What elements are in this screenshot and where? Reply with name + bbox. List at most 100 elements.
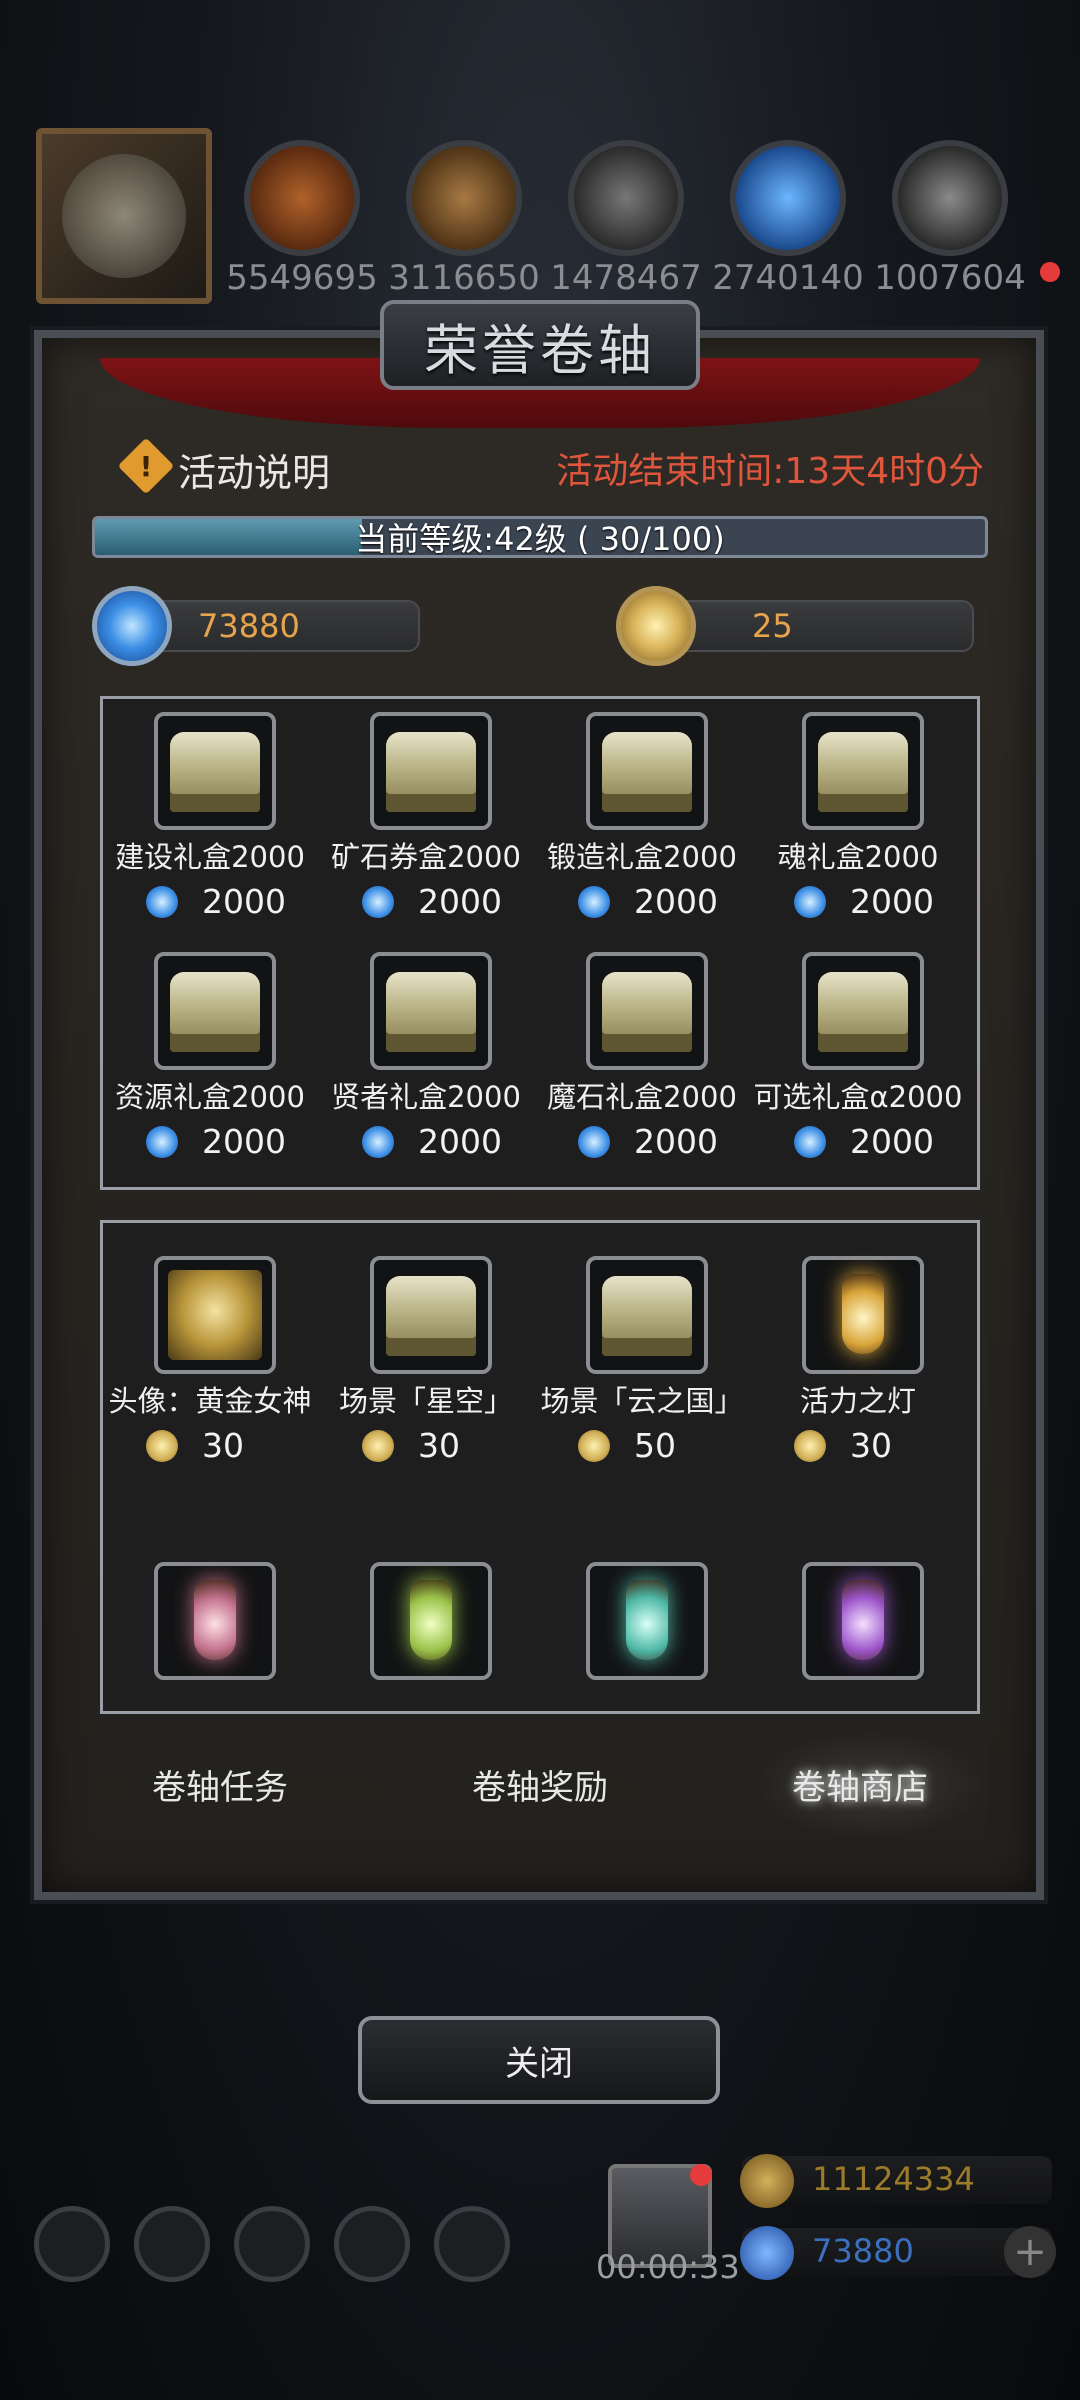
coin-icon [578, 1430, 610, 1462]
purple-lantern-icon [802, 1562, 924, 1680]
lantern-icon [802, 1256, 924, 1374]
price-value: 2000 [202, 1122, 286, 1161]
price-value: 2000 [202, 882, 286, 921]
item-price: 2000 [770, 1122, 960, 1164]
item-price: 30 [338, 1426, 528, 1468]
chest-icon [154, 952, 276, 1070]
shield-icon[interactable] [434, 2206, 510, 2282]
item-price: 50 [554, 1426, 744, 1468]
crystal-icon[interactable] [730, 140, 846, 256]
gift-notification-dot [690, 2164, 712, 2186]
item-name: 锻造礼盒2000 [547, 840, 737, 874]
price-value: 30 [418, 1426, 460, 1465]
shop-item[interactable]: 魂礼盒2000 2000 [750, 712, 966, 932]
item-name: 贤者礼盒2000 [331, 1080, 521, 1114]
coin-icon [794, 1430, 826, 1462]
item-name: 矿石券盒2000 [331, 840, 521, 874]
notification-dot [1040, 262, 1060, 282]
plus-icon[interactable]: + [1004, 2226, 1056, 2278]
tab-scroll-tasks[interactable]: 卷轴任务 [90, 1760, 350, 1809]
gem-icon [146, 886, 178, 918]
tab-scroll-shop[interactable]: 卷轴商店 [730, 1760, 990, 1809]
shop-item[interactable] [750, 1562, 966, 1682]
chest-icon [154, 712, 276, 830]
price-value: 30 [850, 1426, 892, 1465]
resource-value-iron: 1007604 [874, 258, 1026, 298]
item-name: 场景「云之国」 [540, 1384, 744, 1418]
shop-item[interactable]: 活力之灯 30 [750, 1256, 966, 1476]
gold-coin-icon [740, 2154, 794, 2208]
wood-icon[interactable] [406, 140, 522, 256]
shop-item[interactable] [534, 1562, 750, 1682]
price-value: 2000 [634, 1122, 718, 1161]
coin-icon [362, 1430, 394, 1462]
item-name: 建设礼盒2000 [115, 840, 305, 874]
gold-coin-icon [616, 586, 696, 666]
resource-value-crystal: 2740140 [712, 258, 864, 298]
price-value: 2000 [418, 882, 502, 921]
gem-icon [578, 886, 610, 918]
angel-statue-icon [154, 1256, 276, 1374]
coin-balance-pill: 25 [674, 600, 974, 652]
guild-icon[interactable] [234, 2206, 310, 2282]
green-lantern-icon [370, 1562, 492, 1680]
meat-icon[interactable] [244, 140, 360, 256]
chest-icon [802, 952, 924, 1070]
close-button[interactable]: 关闭 [358, 2016, 720, 2104]
chest-icon [370, 952, 492, 1070]
price-value: 2000 [850, 882, 934, 921]
chest-icon [370, 712, 492, 830]
resource-value-meat: 5549695 [226, 258, 378, 298]
gem-value: 73880 [812, 2232, 914, 2270]
player-avatar[interactable] [36, 128, 212, 304]
item-price: 2000 [554, 1122, 744, 1164]
gem-icon [578, 1126, 610, 1158]
panel-title: 荣誉卷轴 [380, 300, 700, 390]
coin-icon [146, 1430, 178, 1462]
chest-icon [586, 1256, 708, 1374]
item-name: 头像：黄金女神 [108, 1384, 312, 1418]
shop-item[interactable]: 矿石券盒2000 2000 [318, 712, 534, 932]
star-icon[interactable] [134, 2206, 210, 2282]
item-price: 30 [122, 1426, 312, 1468]
info-warning-icon[interactable]: ! [117, 437, 175, 495]
tab-scroll-rewards[interactable]: 卷轴奖励 [410, 1760, 670, 1809]
blue-gem-icon [92, 586, 172, 666]
teal-lantern-icon [586, 1562, 708, 1680]
gem-icon [362, 886, 394, 918]
price-value: 50 [634, 1426, 676, 1465]
item-name: 资源礼盒2000 [115, 1080, 305, 1114]
gift-timer: 00:00:33 [596, 2248, 740, 2286]
chest-icon [370, 1256, 492, 1374]
item-name: 魔石礼盒2000 [547, 1080, 737, 1114]
shop-item[interactable]: 建设礼盒2000 2000 [102, 712, 318, 932]
shop-item[interactable]: 头像：黄金女神 30 [102, 1256, 318, 1476]
resource-value-stone: 1478467 [550, 258, 702, 298]
item-name: 场景「星空」 [338, 1384, 513, 1418]
gem-icon [146, 1126, 178, 1158]
shop-item[interactable]: 锻造礼盒2000 2000 [534, 712, 750, 932]
shop-item[interactable]: 场景「云之国」 50 [534, 1256, 750, 1476]
stone-icon[interactable] [568, 140, 684, 256]
shop-item[interactable]: 魔石礼盒2000 2000 [534, 952, 750, 1172]
coin-balance-value: 25 [752, 607, 793, 645]
item-name: 魂礼盒2000 [777, 840, 939, 874]
price-value: 2000 [634, 882, 718, 921]
event-end-time: 活动结束时间:13天4时0分 [556, 451, 984, 492]
settings-icon[interactable] [34, 2206, 110, 2282]
activity-info-link[interactable]: 活动说明 [178, 442, 330, 497]
level-progress-bar: 当前等级:42级 ( 30/100) [92, 516, 988, 558]
gem-icon [362, 1126, 394, 1158]
shop-item[interactable]: 资源礼盒2000 2000 [102, 952, 318, 1172]
iron-icon[interactable] [892, 140, 1008, 256]
shop-item[interactable]: 贤者礼盒2000 2000 [318, 952, 534, 1172]
item-price: 2000 [122, 882, 312, 924]
price-value: 2000 [418, 1122, 502, 1161]
shop-item[interactable] [102, 1562, 318, 1682]
chest-icon [586, 712, 708, 830]
shop-item[interactable]: 可选礼盒α2000 2000 [750, 952, 966, 1172]
shop-item[interactable]: 场景「星空」 30 [318, 1256, 534, 1476]
level-text: 当前等级:42级 ( 30/100) [355, 520, 725, 558]
mail-icon[interactable] [334, 2206, 410, 2282]
shop-item[interactable] [318, 1562, 534, 1682]
